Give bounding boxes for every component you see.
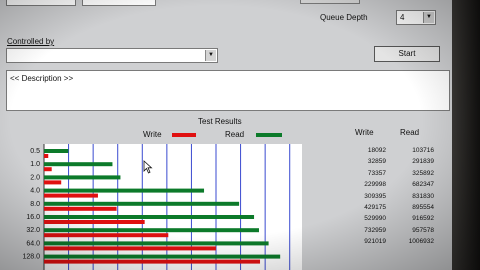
read-value: 325892 (412, 169, 434, 177)
write-value: 429175 (364, 204, 386, 211)
write-column-header: Write (355, 128, 374, 137)
write-bar (44, 246, 216, 251)
read-bar (44, 254, 281, 259)
test-results-title: Test Results (198, 117, 242, 126)
controlled-by-label: Controlled by (7, 37, 55, 46)
mouse-pointer-icon (143, 160, 153, 174)
read-bar (44, 201, 240, 206)
y-tick-label: 32.0 (26, 227, 40, 234)
read-value: 916592 (412, 215, 434, 223)
chevron-down-icon[interactable]: ▼ (205, 50, 216, 61)
chevron-down-icon[interactable]: ▼ (423, 12, 434, 23)
write-bar (44, 220, 145, 224)
write-bar (44, 193, 98, 198)
write-value: 529990 (364, 215, 386, 223)
write-value: 18092 (367, 147, 386, 154)
queue-depth-value: 4 (400, 13, 405, 22)
read-value: 291839 (412, 158, 434, 166)
read-column-header: Read (400, 128, 420, 137)
y-tick-label: 2.0 (30, 174, 40, 181)
read-value: 957578 (412, 226, 434, 234)
read-value: 831830 (412, 192, 434, 200)
write-value: 921019 (364, 238, 386, 246)
y-tick-label: 8.0 (30, 201, 40, 208)
read-bar (44, 188, 205, 193)
benchmark-window: Queue Depth 4 ▼ Controlled by ▼ Start <<… (0, 0, 452, 270)
controlled-by-select[interactable]: ▼ (6, 48, 218, 63)
write-bar (44, 206, 117, 211)
y-tick-label: 128.0 (22, 254, 40, 261)
legend-read-label: Read (225, 130, 245, 139)
legend-write-swatch (172, 133, 196, 137)
write-bar (44, 167, 52, 172)
read-bar (44, 228, 259, 233)
write-value: 309395 (364, 192, 386, 200)
read-bar (44, 149, 69, 153)
read-value: 1006932 (408, 238, 434, 246)
start-button[interactable]: Start (374, 46, 440, 62)
read-bar (44, 241, 269, 246)
y-tick-label: 1.0 (30, 161, 40, 168)
read-value: 103716 (412, 147, 434, 154)
description-text: << Description >> (10, 74, 74, 83)
read-bar (44, 175, 121, 180)
read-value: 895554 (412, 204, 434, 211)
y-tick-label: 16.0 (26, 214, 40, 221)
write-value: 732959 (364, 226, 386, 234)
write-value: 73357 (367, 169, 386, 177)
y-tick-label: 64.0 (26, 240, 40, 247)
read-value: 682347 (412, 181, 434, 189)
y-tick-label: 0.5 (30, 148, 40, 155)
write-bar (44, 233, 169, 238)
read-bar (44, 215, 255, 219)
top-field-1[interactable] (6, 0, 76, 6)
top-field-2[interactable] (82, 0, 156, 6)
write-bar (44, 180, 62, 185)
write-bar (44, 259, 261, 264)
legend-read-swatch (256, 133, 282, 137)
results-chart: 0.5 1.0 2.0 4.0 8.0 16.0 32.0 64.0 128.0 (22, 144, 302, 270)
write-value: 229998 (364, 181, 386, 189)
write-value: 32859 (367, 158, 386, 166)
window-edge-shadow (452, 0, 480, 270)
queue-depth-select[interactable]: 4 ▼ (396, 10, 436, 25)
queue-depth-label: Queue Depth (320, 13, 368, 22)
read-bar (44, 162, 113, 167)
y-tick-label: 4.0 (30, 188, 40, 195)
top-field-3[interactable] (300, 0, 360, 4)
legend-write-label: Write (143, 130, 162, 139)
description-box[interactable]: << Description >> (6, 70, 450, 111)
write-bar (44, 154, 49, 158)
